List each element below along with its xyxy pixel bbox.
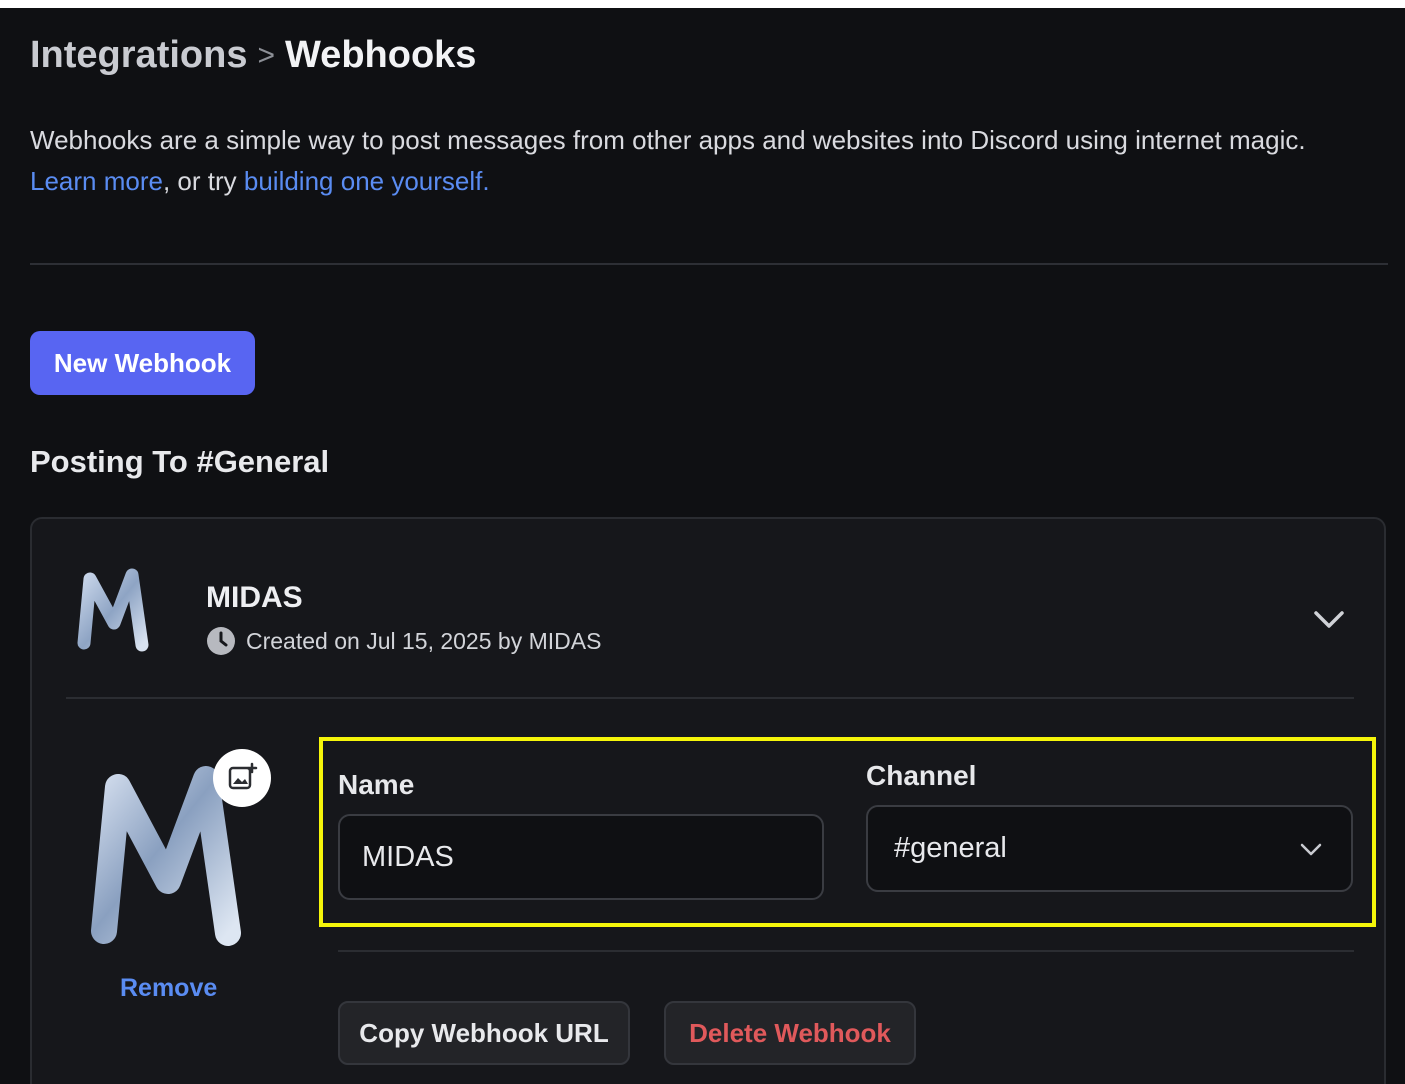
chevron-up-icon[interactable] [1308,599,1350,641]
description-text: Webhooks are a simple way to post messag… [30,125,1306,155]
webhook-card: MIDAS Created on Jul 15, 2025 by MIDAS R… [30,517,1386,1084]
upload-avatar-button[interactable] [213,749,271,807]
card-divider [66,697,1354,699]
remove-avatar-link[interactable]: Remove [120,974,217,1003]
copy-webhook-url-button[interactable]: Copy Webhook URL [338,1001,630,1065]
build-yourself-link[interactable]: building one yourself. [244,166,490,196]
name-label: Name [338,769,415,800]
channel-selected-value: #general [894,832,1007,864]
webhooks-description: Webhooks are a simple way to post messag… [30,120,1390,202]
delete-webhook-button[interactable]: Delete Webhook [664,1001,916,1065]
channel-select[interactable]: #general [866,805,1353,892]
breadcrumb-webhooks: Webhooks [285,34,477,76]
image-add-icon [228,762,258,790]
clock-icon [207,627,235,655]
webhook-created-meta: Created on Jul 15, 2025 by MIDAS [206,626,601,656]
posting-to-heading: Posting To #General [30,444,330,479]
webhook-avatar-small [77,568,149,652]
breadcrumb-integrations[interactable]: Integrations [30,34,247,77]
webhook-name: MIDAS [206,581,303,614]
chevron-down-icon [1300,843,1322,855]
created-text: Created on Jul 15, 2025 by MIDAS [246,627,602,654]
name-input[interactable] [338,814,824,900]
new-webhook-button[interactable]: New Webhook [30,331,255,395]
actions-divider [338,950,1354,952]
or-try-text: , or try [162,166,244,196]
learn-more-link[interactable]: Learn more [30,166,163,196]
webhooks-settings-page: Integrations > Webhooks Webhooks are a s… [0,8,1405,1084]
breadcrumb: Integrations > Webhooks [30,34,476,77]
channel-label: Channel [866,760,977,791]
section-divider [30,263,1388,265]
breadcrumb-separator: > [257,38,275,72]
